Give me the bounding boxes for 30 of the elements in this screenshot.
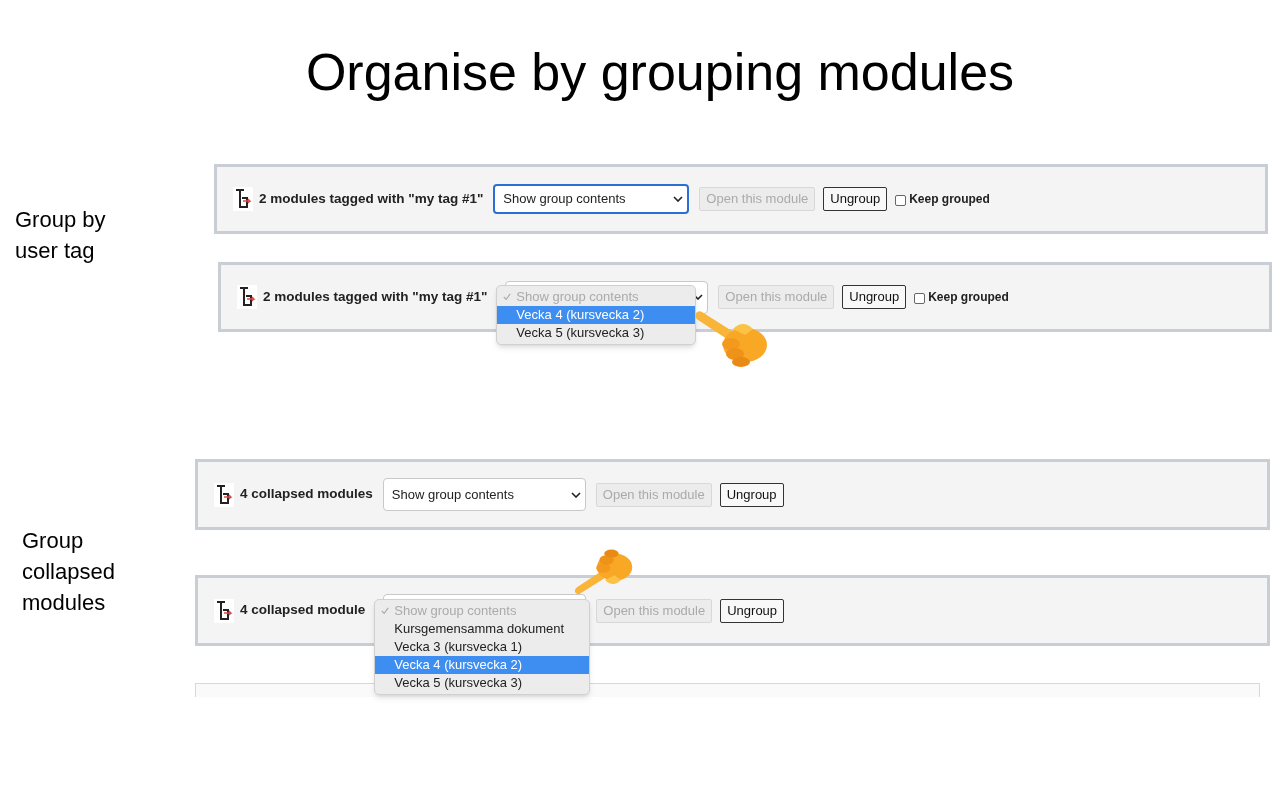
checkmark-icon [381, 607, 390, 615]
checkbox-label: Keep grouped [909, 191, 990, 208]
ungroup-button[interactable]: Ungroup [842, 285, 907, 309]
chevron-down-icon [673, 196, 684, 202]
keep-grouped-checkbox[interactable] [914, 293, 926, 304]
module-group-icon [237, 285, 257, 309]
module-group-icon [214, 598, 234, 623]
group-heading: 2 modules tagged with "my tag #1" [259, 189, 484, 208]
ungroup-button[interactable]: Ungroup [720, 598, 785, 623]
group-select[interactable]: Show group contents [382, 478, 586, 511]
section-label: Group by user tag [14, 206, 107, 265]
group-select[interactable]: Show group contents [493, 184, 690, 214]
menu-option[interactable]: Vecka 5 (kursvecka 3) [497, 323, 696, 342]
checkmark-icon [503, 292, 512, 301]
ungroup-button[interactable]: Ungroup [823, 187, 888, 211]
menu-option[interactable]: Vecka 5 (kursvecka 3) [375, 674, 590, 692]
keep-grouped-checkbox[interactable] [895, 195, 907, 206]
group-heading: 4 collapsed modules [240, 485, 373, 504]
group-heading: 4 collapsed module [240, 601, 366, 620]
module-group-icon [233, 187, 253, 211]
slide-title: Organise by grouping modules [304, 42, 1016, 103]
ungroup-button[interactable]: Ungroup [719, 482, 784, 507]
chevron-down-icon [570, 491, 581, 498]
menu-option[interactable]: Kursgemensamma dokument [375, 620, 590, 638]
section-label: Group collapsed modules [21, 527, 116, 617]
group-heading: 2 modules tagged with "my tag #1" [263, 287, 488, 306]
module-group-icon [214, 482, 234, 507]
menu-option[interactable]: Vecka 3 (kursvecka 1) [375, 638, 590, 656]
checkbox-label: Keep grouped [928, 289, 1009, 306]
chevron-down-icon [693, 294, 704, 300]
